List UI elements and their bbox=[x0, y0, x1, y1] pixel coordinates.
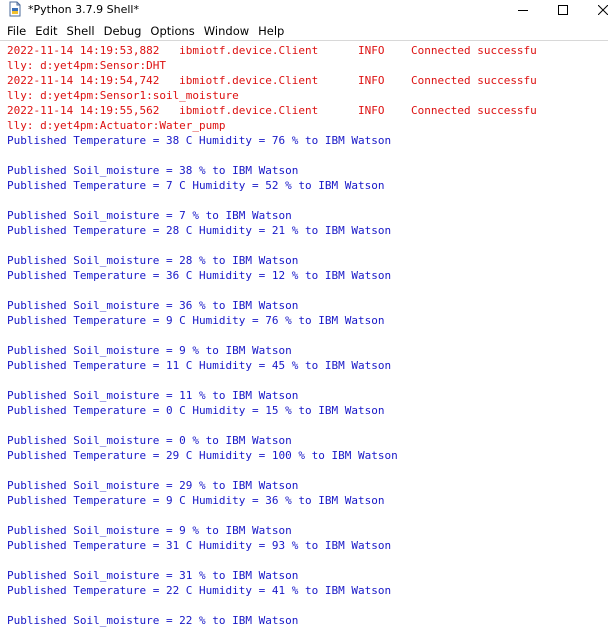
log-line-stdout: Published Temperature = 38 C Humidity = … bbox=[7, 134, 392, 147]
log-line-stdout: Published Soil_moisture = 9 % to IBM Wat… bbox=[7, 524, 292, 537]
log-line-stdout: Published Temperature = 22 C Humidity = … bbox=[7, 584, 392, 597]
log-line-stderr: lly: d:yet4pm:Sensor:DHT bbox=[7, 59, 166, 72]
menu-bar: File Edit Shell Debug Options Window Hel… bbox=[0, 21, 608, 40]
menu-file[interactable]: File bbox=[4, 24, 29, 38]
log-line-stdout: Published Soil_moisture = 0 % to IBM Wat… bbox=[7, 434, 292, 447]
log-line-stdout: Published Temperature = 29 C Humidity = … bbox=[7, 449, 398, 462]
log-line-stderr: 2022-11-14 14:19:53,882 ibmiotf.device.C… bbox=[7, 44, 537, 57]
log-line-stdout: Published Soil_moisture = 7 % to IBM Wat… bbox=[7, 209, 292, 222]
log-line-stderr: 2022-11-14 14:19:54,742 ibmiotf.device.C… bbox=[7, 74, 537, 87]
menu-shell[interactable]: Shell bbox=[64, 24, 98, 38]
menu-help[interactable]: Help bbox=[255, 24, 287, 38]
menu-edit[interactable]: Edit bbox=[32, 24, 60, 38]
log-line-stderr: 2022-11-14 14:19:55,562 ibmiotf.device.C… bbox=[7, 104, 537, 117]
python-idle-icon bbox=[9, 1, 21, 17]
log-line-stdout: Published Temperature = 0 C Humidity = 1… bbox=[7, 404, 385, 417]
log-line-stdout: Published Temperature = 36 C Humidity = … bbox=[7, 269, 392, 282]
window-title: *Python 3.7.9 Shell* bbox=[28, 3, 139, 16]
log-line-stderr: lly: d:yet4pm:Actuator:Water_pump bbox=[7, 119, 226, 132]
menu-debug[interactable]: Debug bbox=[101, 24, 145, 38]
menu-options[interactable]: Options bbox=[147, 24, 197, 38]
log-line-stdout: Published Soil_moisture = 29 % to IBM Wa… bbox=[7, 479, 299, 492]
log-line-stdout: Published Temperature = 28 C Humidity = … bbox=[7, 224, 392, 237]
shell-output-area[interactable]: 2022-11-14 14:19:53,882 ibmiotf.device.C… bbox=[0, 40, 608, 637]
log-line-stdout: Published Temperature = 9 C Humidity = 3… bbox=[7, 494, 385, 507]
log-line-stdout: Published Soil_moisture = 31 % to IBM Wa… bbox=[7, 569, 299, 582]
close-icon bbox=[598, 5, 608, 15]
close-button[interactable] bbox=[580, 0, 608, 20]
maximize-icon bbox=[558, 5, 568, 15]
minimize-icon bbox=[518, 10, 528, 11]
log-line-stderr: lly: d:yet4pm:Sensor1:soil_moisture bbox=[7, 89, 239, 102]
log-line-stdout: Published Soil_moisture = 22 % to IBM Wa… bbox=[7, 614, 299, 627]
log-line-stdout: Published Temperature = 31 C Humidity = … bbox=[7, 539, 392, 552]
log-line-stdout: Published Temperature = 7 C Humidity = 5… bbox=[7, 179, 385, 192]
log-line-stdout: Published Soil_moisture = 36 % to IBM Wa… bbox=[7, 299, 299, 312]
log-line-stdout: Published Soil_moisture = 28 % to IBM Wa… bbox=[7, 254, 299, 267]
log-line-stdout: Published Soil_moisture = 38 % to IBM Wa… bbox=[7, 164, 299, 177]
log-line-stdout: Published Temperature = 9 C Humidity = 7… bbox=[7, 314, 385, 327]
log-line-stdout: Published Soil_moisture = 9 % to IBM Wat… bbox=[7, 344, 292, 357]
log-line-stdout: Published Soil_moisture = 11 % to IBM Wa… bbox=[7, 389, 299, 402]
menu-window[interactable]: Window bbox=[201, 24, 252, 38]
python-shell-window: *Python 3.7.9 Shell* File Edit Shell Deb… bbox=[0, 0, 608, 637]
log-line-stdout: Published Temperature = 11 C Humidity = … bbox=[7, 359, 392, 372]
title-bar[interactable]: *Python 3.7.9 Shell* bbox=[0, 0, 608, 20]
